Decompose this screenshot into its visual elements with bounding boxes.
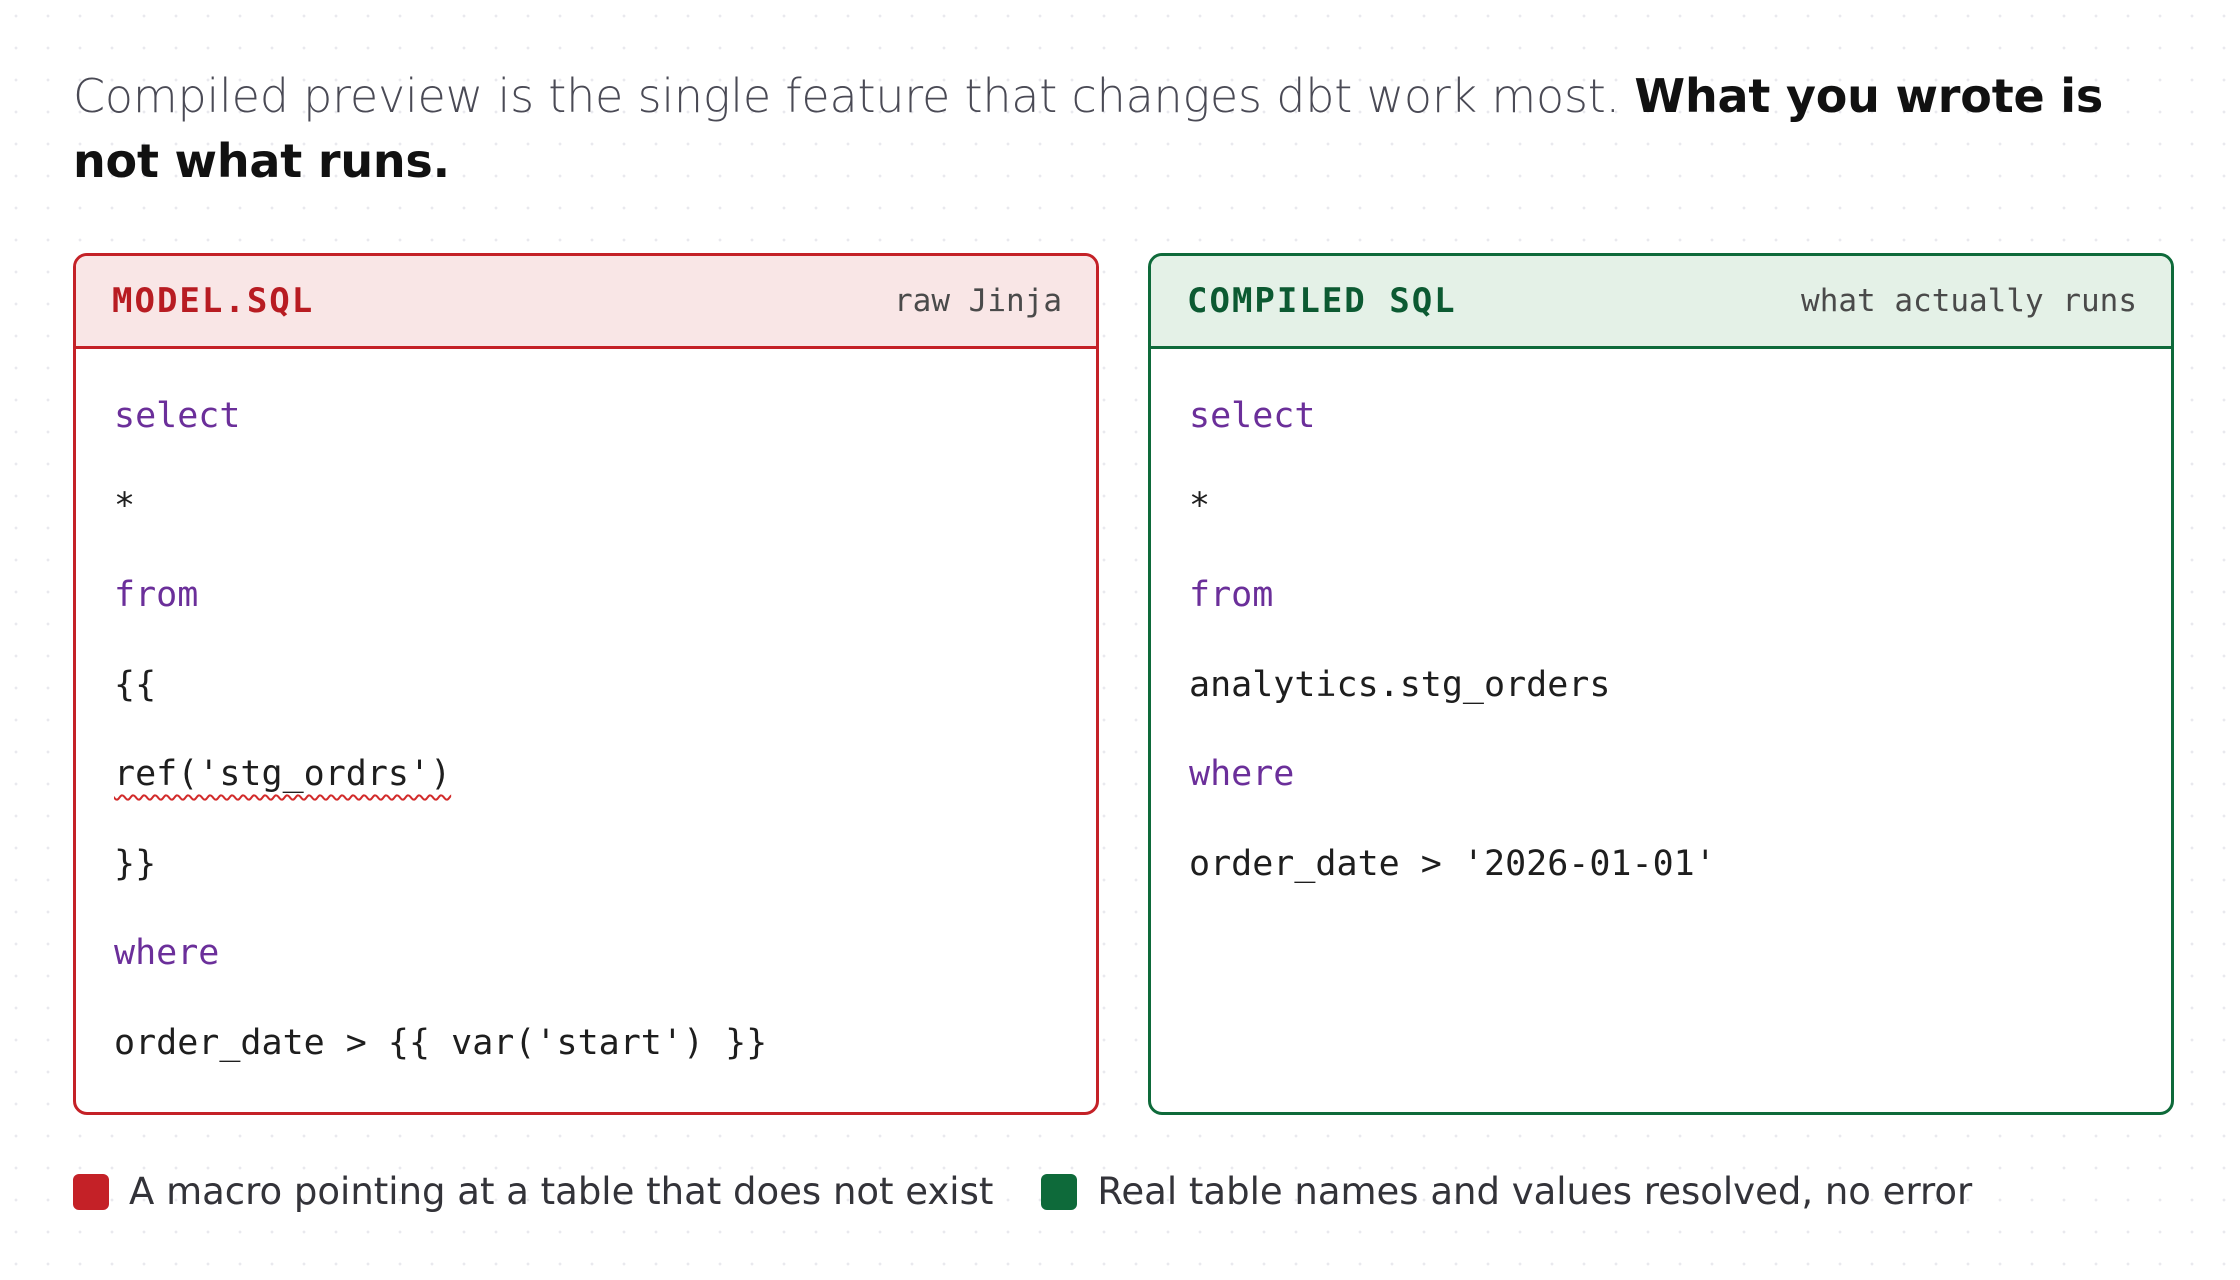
code-line: from [114, 575, 199, 615]
compiled-panel-header: COMPILED SQL what actually runs [1151, 256, 2171, 349]
code-line: * [1189, 485, 1211, 526]
code-line: }} [114, 843, 157, 884]
intro-lead: Compiled preview is the single feature t… [73, 69, 1620, 123]
compiled-code-block[interactable]: select * from analytics.stg_orders where… [1151, 349, 2171, 930]
raw-jinja-panel: MODEL.SQL raw Jinja select * from {{ ref… [73, 253, 1099, 1115]
legend-item-error: A macro pointing at a table that does no… [73, 1170, 993, 1213]
code-line: where [114, 933, 220, 973]
code-line: {{ [114, 664, 157, 705]
legend-item-success: Real table names and values resolved, no… [1041, 1170, 1972, 1213]
legend-label-success: Real table names and values resolved, no… [1097, 1170, 1973, 1213]
code-line: * [114, 485, 136, 526]
compiled-panel-subtitle: what actually runs [1801, 283, 2137, 319]
error-line-wrap: ref('stg_ordrs') [114, 751, 1060, 841]
code-line: where [1189, 754, 1295, 794]
code-line: analytics.stg_orders [1189, 664, 1611, 705]
compiled-panel-title: COMPILED SQL [1187, 281, 1457, 321]
success-swatch-icon [1041, 1173, 1078, 1210]
code-line: order_date > {{ var('start') }} [114, 1022, 768, 1063]
compiled-sql-panel: COMPILED SQL what actually runs select *… [1148, 253, 2174, 1115]
code-line: select [114, 396, 241, 436]
intro-text: Compiled preview is the single feature t… [73, 64, 2133, 194]
error-swatch-icon [73, 1173, 109, 1210]
raw-panel-title: MODEL.SQL [112, 281, 315, 321]
error-ref-line[interactable]: ref('stg_ordrs') [114, 751, 451, 841]
raw-panel-subtitle: raw Jinja [894, 283, 1062, 319]
code-line: order_date > '2026-01-01' [1189, 843, 1716, 884]
legend-label-error: A macro pointing at a table that does no… [129, 1170, 994, 1213]
code-line: select [1189, 396, 1316, 436]
raw-panel-header: MODEL.SQL raw Jinja [76, 256, 1096, 349]
legend: A macro pointing at a table that does no… [73, 1170, 2020, 1213]
raw-code-block[interactable]: select * from {{ ref('stg_ordrs') }} whe… [76, 349, 1096, 1109]
code-line: from [1189, 575, 1274, 615]
